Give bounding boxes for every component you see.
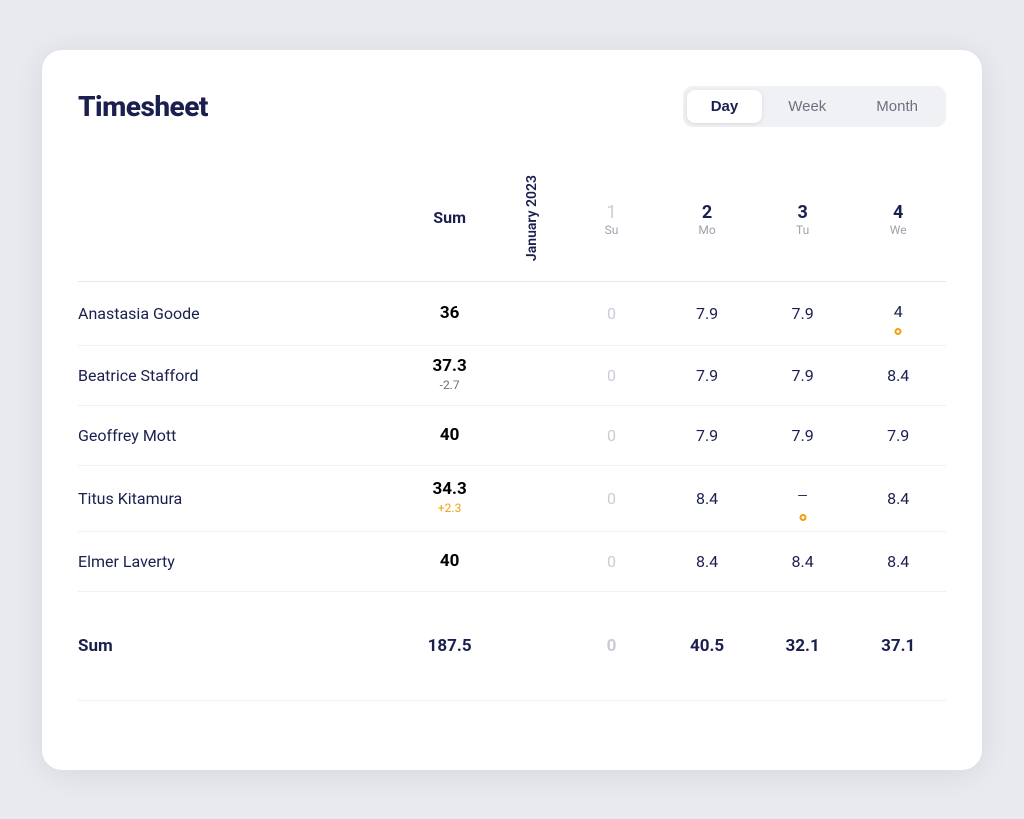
col-day-3: 3 Tu xyxy=(755,155,851,282)
month-cell xyxy=(516,405,564,465)
day-label-3: Tu xyxy=(755,223,851,237)
day-cell: 8.4 xyxy=(850,531,946,591)
day-label-1: Su xyxy=(564,223,660,237)
employee-sum: 40 xyxy=(383,405,516,465)
day-cell: 0 xyxy=(564,405,660,465)
day-cell: 7.9 xyxy=(755,281,851,345)
table-row: Beatrice Stafford37.3-2.707.97.98.4 xyxy=(78,345,946,405)
header: Timesheet Day Week Month xyxy=(78,86,946,127)
timesheet-card: Timesheet Day Week Month Sum January 202… xyxy=(42,50,982,770)
day-cell: 8.4 xyxy=(850,465,946,531)
col-month-header: January 2023 xyxy=(516,155,564,282)
day-cell: – xyxy=(755,465,851,531)
table-row: Titus Kitamura34.3+2.308.4–8.4 xyxy=(78,465,946,531)
sum-label: Sum xyxy=(78,591,383,700)
month-cell xyxy=(516,345,564,405)
day-cell: 8.4 xyxy=(659,465,755,531)
day-cell: 8.4 xyxy=(755,531,851,591)
page-title: Timesheet xyxy=(78,90,208,123)
table-row: Elmer Laverty4008.48.48.4 xyxy=(78,531,946,591)
day-cell: 0 xyxy=(564,465,660,531)
sum-day-cell: 37.1 xyxy=(850,591,946,700)
total-sum: 187.5 xyxy=(383,591,516,700)
toggle-month[interactable]: Month xyxy=(852,90,942,123)
day-cell: 8.4 xyxy=(850,345,946,405)
month-label: January 2023 xyxy=(516,155,548,281)
employee-sum: 37.3-2.7 xyxy=(383,345,516,405)
month-cell xyxy=(516,281,564,345)
sum-day-cell: 0 xyxy=(564,591,660,700)
day-cell: 7.9 xyxy=(755,345,851,405)
day-label-4: We xyxy=(850,223,946,237)
employee-name: Anastasia Goode xyxy=(78,281,383,345)
month-cell xyxy=(516,531,564,591)
toggle-week[interactable]: Week xyxy=(764,90,850,123)
day-cell: 4 xyxy=(850,281,946,345)
day-label-2: Mo xyxy=(659,223,755,237)
day-cell: 7.9 xyxy=(659,405,755,465)
table-row: Geoffrey Mott4007.97.97.9 xyxy=(78,405,946,465)
sum-row: Sum187.5 040.532.137.1 xyxy=(78,591,946,700)
day-cell: 8.4 xyxy=(659,531,755,591)
day-cell: 0 xyxy=(564,531,660,591)
day-cell: 7.9 xyxy=(755,405,851,465)
employee-name: Titus Kitamura xyxy=(78,465,383,531)
day-cell: 0 xyxy=(564,281,660,345)
table-row: Anastasia Goode3607.97.94 xyxy=(78,281,946,345)
day-cell: 7.9 xyxy=(659,281,755,345)
timesheet-table: Sum January 2023 1 Su 2 Mo xyxy=(78,155,946,701)
dot-indicator xyxy=(895,328,902,335)
employee-sum: 34.3+2.3 xyxy=(383,465,516,531)
table-wrapper: Sum January 2023 1 Su 2 Mo xyxy=(78,155,946,701)
dot-indicator xyxy=(799,514,806,521)
employee-name: Elmer Laverty xyxy=(78,531,383,591)
employee-name: Beatrice Stafford xyxy=(78,345,383,405)
sum-day-cell: 40.5 xyxy=(659,591,755,700)
day-cell: 0 xyxy=(564,345,660,405)
toggle-day[interactable]: Day xyxy=(687,90,763,123)
day-cell: 7.9 xyxy=(850,405,946,465)
employee-sum: 36 xyxy=(383,281,516,345)
day-num-1: 1 xyxy=(564,202,660,224)
month-cell xyxy=(516,465,564,531)
view-toggle: Day Week Month xyxy=(683,86,946,127)
col-day-4: 4 We xyxy=(850,155,946,282)
col-name-header xyxy=(78,155,383,282)
day-num-3: 3 xyxy=(755,202,851,224)
table-header-row: Sum January 2023 1 Su 2 Mo xyxy=(78,155,946,282)
col-sum-header: Sum xyxy=(383,155,516,282)
col-day-2: 2 Mo xyxy=(659,155,755,282)
sum-day-cell: 32.1 xyxy=(755,591,851,700)
employee-name: Geoffrey Mott xyxy=(78,405,383,465)
day-num-4: 4 xyxy=(850,202,946,224)
day-cell: 7.9 xyxy=(659,345,755,405)
col-day-1: 1 Su xyxy=(564,155,660,282)
employee-sum: 40 xyxy=(383,531,516,591)
day-num-2: 2 xyxy=(659,202,755,224)
